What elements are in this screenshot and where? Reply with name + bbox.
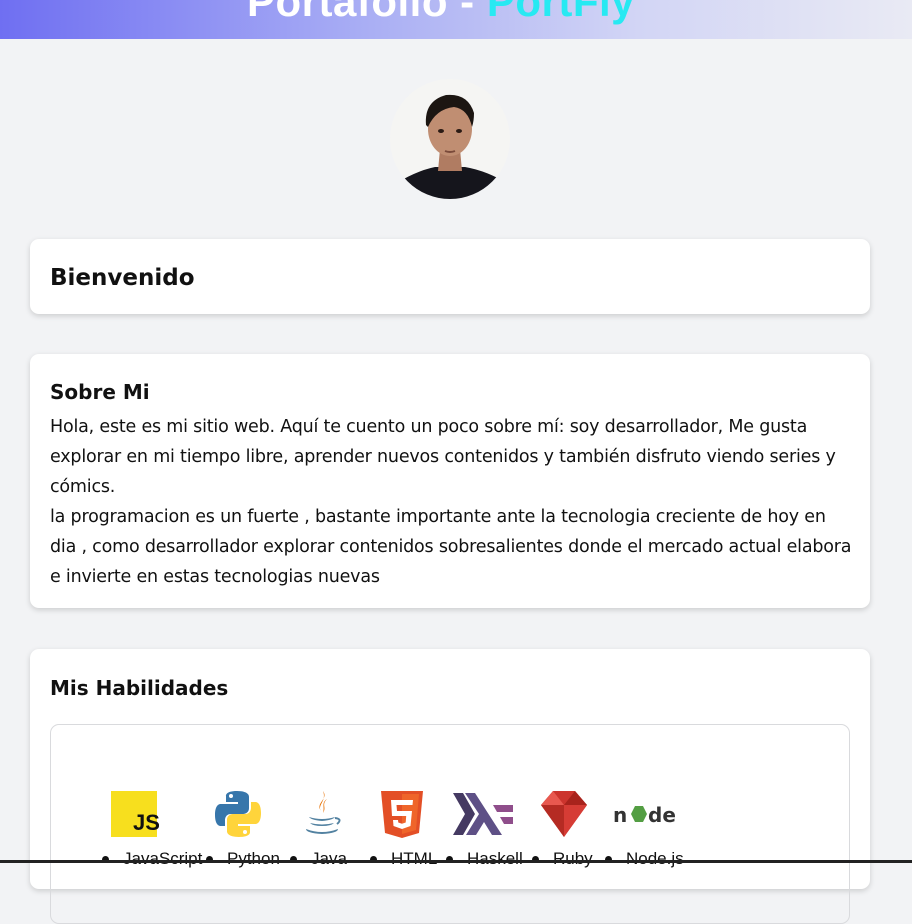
svg-text:de: de (648, 803, 676, 827)
skill-label: Java (290, 849, 347, 869)
svg-text:n: n (613, 803, 627, 827)
svg-text:JS: JS (133, 810, 159, 835)
about-paragraph-1: Hola, este es mi sitio web. Aquí te cuen… (50, 417, 836, 497)
skills-list: JS JavaScript Python Java HTML Haskell R… (50, 724, 850, 924)
skill-label: Python (206, 849, 280, 869)
about-card: Sobre Mi Hola, este es mi sitio web. Aqu… (30, 354, 870, 608)
about-heading: Sobre Mi (50, 380, 150, 404)
skill-label: HTML (370, 849, 437, 869)
python-logo-icon (215, 791, 261, 837)
about-text: Hola, este es mi sitio web. Aquí te cuen… (50, 412, 852, 592)
profile-photo-icon (390, 79, 510, 199)
html5-logo-icon (381, 791, 423, 838)
welcome-card: Bienvenido (30, 239, 870, 314)
skills-card: Mis Habilidades JS JavaScript Python Jav… (30, 649, 870, 924)
site-title-accent: PortFly (486, 0, 636, 25)
skill-label: JavaScript (102, 849, 202, 869)
profile-avatar (390, 79, 510, 199)
page-header: Portafolio - PortFly (0, 0, 912, 39)
javascript-logo-icon: JS (111, 791, 159, 837)
site-title-main: Portafolio - (247, 0, 487, 25)
about-paragraph-2: la programacion es un fuerte , bastante … (50, 507, 852, 587)
site-title: Portafolio - PortFly (247, 0, 635, 26)
skill-label: Ruby (532, 849, 593, 869)
haskell-logo-icon (453, 793, 513, 835)
skills-heading: Mis Habilidades (50, 676, 229, 700)
skill-label: Haskell (446, 849, 523, 869)
skill-label: Node.js (605, 849, 684, 869)
nodejs-logo-icon: n de (613, 803, 676, 827)
ruby-logo-icon (541, 791, 587, 837)
welcome-heading: Bienvenido (50, 265, 195, 291)
java-logo-icon (306, 791, 341, 834)
